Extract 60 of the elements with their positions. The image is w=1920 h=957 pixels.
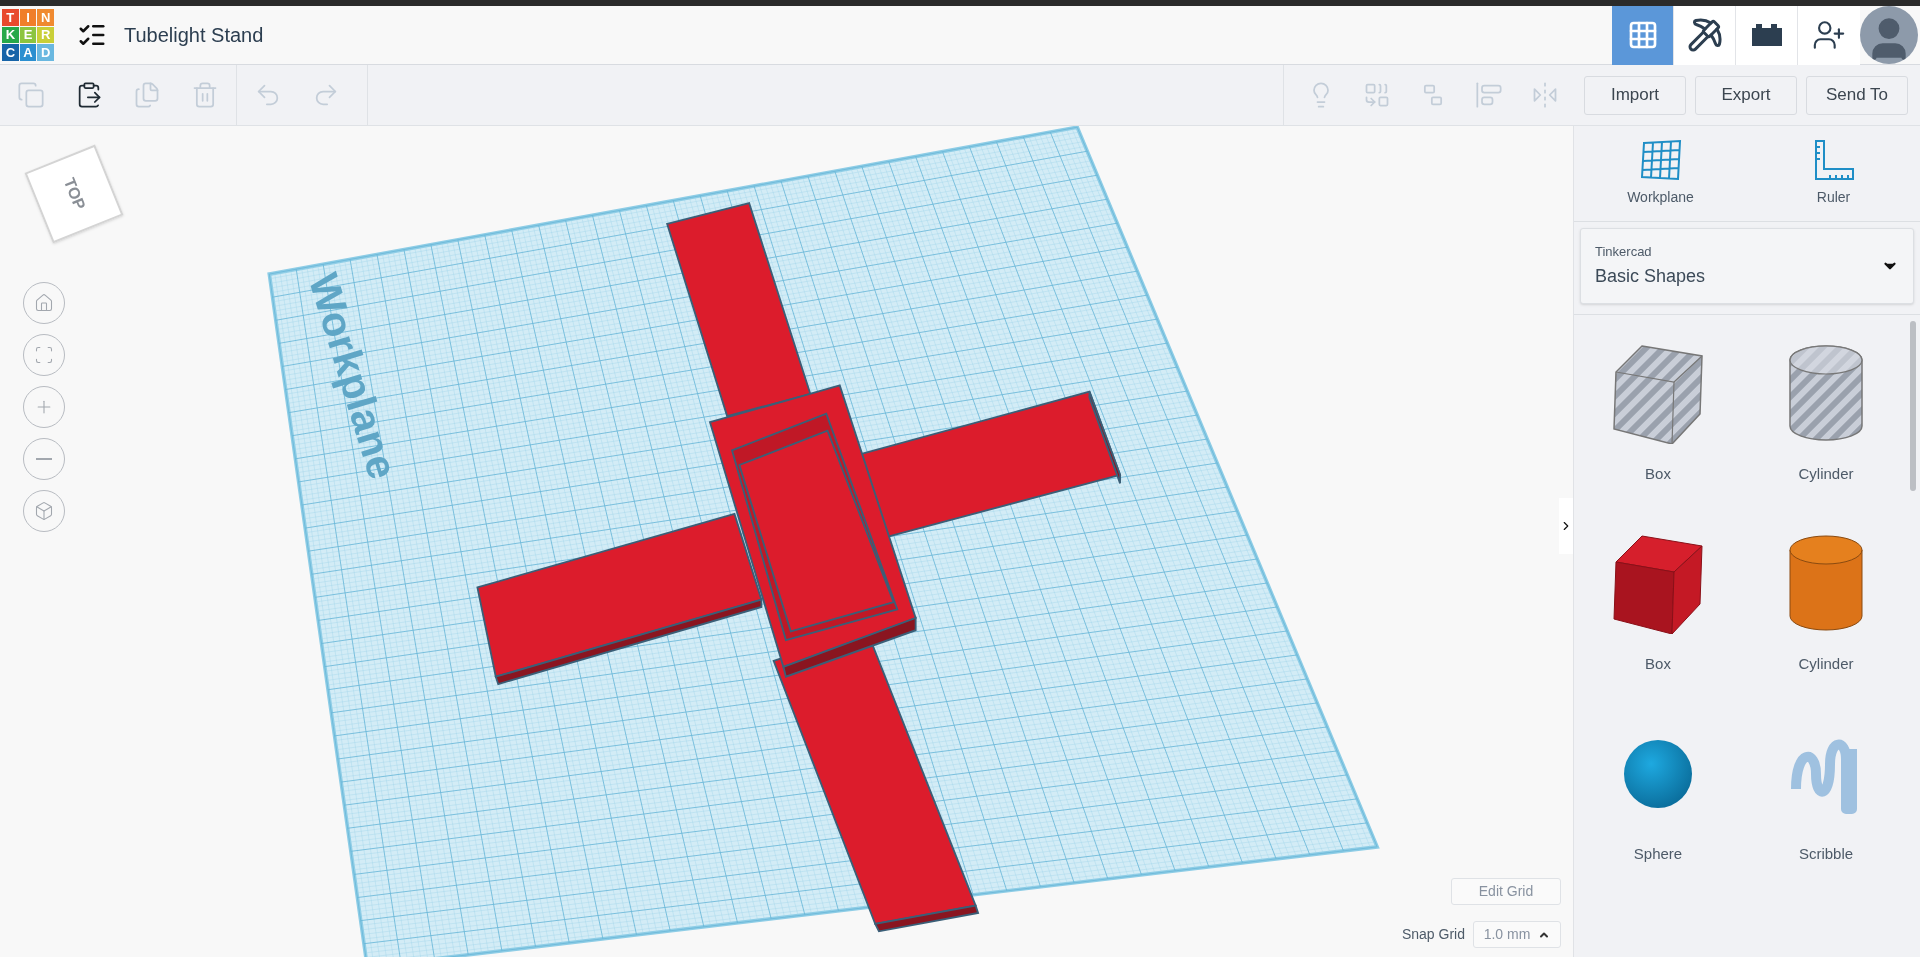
logo-letter: K <box>2 26 19 44</box>
bricks-view-button[interactable] <box>1736 6 1798 65</box>
shape-tile[interactable]: Scribble <box>1742 711 1910 901</box>
zoom-out-button[interactable] <box>23 438 65 480</box>
minus-icon <box>36 458 52 460</box>
shape-tile[interactable]: Box <box>1574 521 1742 711</box>
toolbar-text-button[interactable]: Send To <box>1806 75 1908 115</box>
sphere-drawing <box>1622 738 1694 810</box>
user-add-icon <box>1812 18 1846 52</box>
shape-label: Cylinder <box>1798 654 1854 674</box>
library-caption: Tinkercad <box>1595 242 1653 261</box>
home-icon <box>34 293 54 313</box>
logo-letter: E <box>19 26 37 44</box>
ruler-tool-button[interactable]: Ruler <box>1747 126 1920 221</box>
invite-user-button[interactable] <box>1798 6 1860 65</box>
pickaxe-icon <box>1686 17 1723 53</box>
zoom-in-button[interactable] <box>23 386 65 428</box>
copy-icon <box>17 81 45 109</box>
logo-letter: C <box>2 44 19 61</box>
library-dropdown[interactable]: Tinkercad Basic Shapes <box>1580 228 1914 304</box>
trash-icon <box>191 81 219 109</box>
home-view-button[interactable] <box>23 282 65 324</box>
workplane-tool-button[interactable]: Workplane <box>1574 126 1747 221</box>
perspective-button[interactable] <box>23 490 65 532</box>
ruler-icon <box>1812 139 1855 181</box>
shape-label: Scribble <box>1798 844 1854 864</box>
shape-label: Cylinder <box>1798 464 1854 484</box>
shape-tile[interactable]: Box <box>1574 331 1742 521</box>
snap-grid-label: Snap Grid <box>1401 925 1465 944</box>
scrollbar[interactable] <box>1910 321 1916 491</box>
logo-letter: I <box>19 9 37 26</box>
shape-tile[interactable]: Cylinder <box>1742 331 1910 521</box>
logo-letter: D <box>37 44 54 61</box>
align-icon <box>1475 81 1503 109</box>
shape-label: Box <box>1645 464 1671 484</box>
brick-icon <box>1751 24 1782 46</box>
shape-tile[interactable]: Cylinder <box>1742 521 1910 711</box>
logo[interactable]: T I N K E R C A D <box>2 9 54 61</box>
grid-plane-icon <box>1639 139 1682 181</box>
shape-tile[interactable]: Sphere <box>1574 711 1742 901</box>
cube-icon <box>34 501 54 521</box>
avatar[interactable] <box>1860 6 1918 64</box>
shape-label: Box <box>1645 654 1671 674</box>
combine-icon <box>1363 81 1391 109</box>
logo-letter: R <box>37 26 54 44</box>
collapse-panel-button[interactable] <box>1559 498 1573 554</box>
toolbar-text-button[interactable]: Import <box>1584 75 1686 115</box>
logo-letter: N <box>37 9 54 26</box>
fit-frame-icon <box>34 345 54 365</box>
view-cube-label: TOP <box>59 174 90 214</box>
logo-letter: T <box>2 9 19 26</box>
duplicate-icon <box>133 81 161 109</box>
shape-label: Sphere <box>1633 844 1683 864</box>
library-value: Basic Shapes <box>1595 265 1707 289</box>
mirror-icon <box>1531 81 1559 109</box>
logo-letter: A <box>19 44 37 61</box>
toolbar-text-button[interactable]: Export <box>1695 75 1797 115</box>
design-title: Tubelight Stand <box>124 23 264 48</box>
fit-view-button[interactable] <box>23 334 65 376</box>
pickaxe-view-button[interactable] <box>1674 6 1736 65</box>
